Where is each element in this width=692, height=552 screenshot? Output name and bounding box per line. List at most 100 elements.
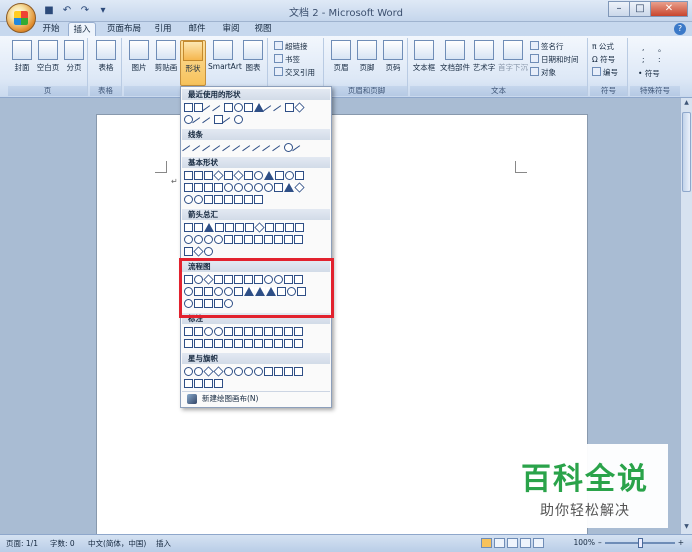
tab-home[interactable]: 开始 xyxy=(38,22,64,36)
picture-button[interactable]: 图片 xyxy=(126,40,152,73)
shape-item[interactable] xyxy=(254,339,263,348)
shape-item[interactable] xyxy=(292,145,305,158)
shape-item[interactable] xyxy=(204,339,213,348)
quick-parts-button[interactable]: 文档部件 xyxy=(440,40,470,73)
shape-item[interactable] xyxy=(284,367,293,376)
blank-page-button[interactable]: 空白页 xyxy=(35,40,61,73)
shape-item[interactable] xyxy=(294,367,303,376)
shape-item[interactable] xyxy=(213,170,224,181)
drop-cap-button[interactable]: 首字下沉 xyxy=(498,40,528,73)
shape-item[interactable] xyxy=(234,183,243,192)
shape-item[interactable] xyxy=(234,195,243,204)
vertical-scrollbar[interactable]: ▲ ▼ xyxy=(680,98,692,534)
shape-item[interactable] xyxy=(184,247,193,256)
wordart-button[interactable]: 艺术字 xyxy=(470,40,498,73)
tab-page-layout[interactable]: 页面布局 xyxy=(104,22,144,36)
text-box-button[interactable]: 文本框 xyxy=(410,40,438,73)
shape-item[interactable] xyxy=(264,183,273,192)
shape-item[interactable] xyxy=(264,339,273,348)
shape-item[interactable] xyxy=(214,195,223,204)
shape-item[interactable] xyxy=(234,115,243,124)
shape-item[interactable] xyxy=(284,183,294,192)
shape-item[interactable] xyxy=(224,339,233,348)
shape-item[interactable] xyxy=(272,145,285,158)
shape-item[interactable] xyxy=(264,235,273,244)
shape-item[interactable] xyxy=(233,170,244,181)
shape-item[interactable] xyxy=(254,183,263,192)
shape-item[interactable] xyxy=(234,235,243,244)
shape-item[interactable] xyxy=(234,103,243,112)
shape-item[interactable] xyxy=(184,183,193,192)
numbering-button[interactable]: 编号 xyxy=(592,67,618,78)
zoom-slider-thumb[interactable] xyxy=(637,537,643,548)
special-comma[interactable]: , xyxy=(642,43,644,52)
shape-item[interactable] xyxy=(284,235,293,244)
shape-item[interactable] xyxy=(275,171,284,180)
cross-reference-button[interactable]: 交叉引用 xyxy=(274,67,315,78)
shape-item[interactable] xyxy=(184,339,193,348)
shape-item[interactable] xyxy=(285,103,294,112)
close-button[interactable]: ✕ xyxy=(650,1,688,17)
shape-item[interactable] xyxy=(184,235,193,244)
shape-item[interactable] xyxy=(274,339,283,348)
special-symbol-button[interactable]: • 符号 xyxy=(638,68,660,79)
shape-item[interactable] xyxy=(254,367,263,376)
shape-item[interactable] xyxy=(194,223,203,232)
shape-item[interactable] xyxy=(204,223,214,232)
shape-item[interactable] xyxy=(285,223,294,232)
shape-item[interactable] xyxy=(275,223,284,232)
full-screen-view-icon[interactable] xyxy=(494,538,505,548)
shape-item[interactable] xyxy=(274,235,283,244)
maximize-button[interactable]: □ xyxy=(629,1,651,17)
special-colon[interactable]: : xyxy=(658,55,661,64)
shape-item[interactable] xyxy=(224,327,233,336)
shape-item[interactable] xyxy=(264,171,274,180)
clip-art-button[interactable]: 剪贴画 xyxy=(153,40,179,73)
shape-item[interactable] xyxy=(245,223,254,232)
shape-item[interactable] xyxy=(235,223,244,232)
shape-item[interactable] xyxy=(244,103,253,112)
shape-item[interactable] xyxy=(295,171,304,180)
shapes-button[interactable]: 形状 xyxy=(180,40,206,86)
shape-item[interactable] xyxy=(224,171,233,180)
smartart-button[interactable]: SmartArt xyxy=(208,40,242,71)
tab-view[interactable]: 视图 xyxy=(250,22,276,36)
shape-item[interactable] xyxy=(184,223,193,232)
scroll-down-icon[interactable]: ▼ xyxy=(682,523,691,533)
shape-item[interactable] xyxy=(234,327,243,336)
signature-line-button[interactable]: 签名行 xyxy=(530,41,564,52)
shape-item[interactable] xyxy=(193,246,204,257)
scroll-up-icon[interactable]: ▲ xyxy=(682,99,691,109)
shape-item[interactable] xyxy=(194,235,203,244)
shape-item[interactable] xyxy=(204,171,213,180)
shape-item[interactable] xyxy=(204,195,213,204)
scroll-thumb[interactable] xyxy=(682,112,691,192)
shape-item[interactable] xyxy=(294,339,303,348)
tab-references[interactable]: 引用 xyxy=(150,22,176,36)
shape-item[interactable] xyxy=(204,379,213,388)
shape-item[interactable] xyxy=(274,183,283,192)
shape-item[interactable] xyxy=(224,367,233,376)
shape-item[interactable] xyxy=(244,339,253,348)
zoom-in-button[interactable]: + xyxy=(678,538,684,547)
table-button[interactable]: 表格 xyxy=(93,40,119,73)
shape-item[interactable] xyxy=(215,223,224,232)
help-icon[interactable]: ? xyxy=(674,23,686,35)
shape-item[interactable] xyxy=(274,367,283,376)
date-time-button[interactable]: 日期和时间 xyxy=(530,54,579,65)
page-break-button[interactable]: 分页 xyxy=(61,40,87,73)
special-semicolon[interactable]: ; xyxy=(642,55,645,64)
shape-item[interactable] xyxy=(194,379,203,388)
shape-item[interactable] xyxy=(184,379,193,388)
shape-item[interactable] xyxy=(224,195,233,204)
shape-item[interactable] xyxy=(294,327,303,336)
shape-item[interactable] xyxy=(214,339,223,348)
shape-item[interactable] xyxy=(203,366,214,377)
shape-item[interactable] xyxy=(222,117,235,130)
symbol-button[interactable]: Ω 符号 xyxy=(592,54,615,65)
shape-item[interactable] xyxy=(234,339,243,348)
shape-item[interactable] xyxy=(244,367,253,376)
shape-item[interactable] xyxy=(204,327,213,336)
shape-item[interactable] xyxy=(254,222,265,233)
shape-item[interactable] xyxy=(274,327,283,336)
